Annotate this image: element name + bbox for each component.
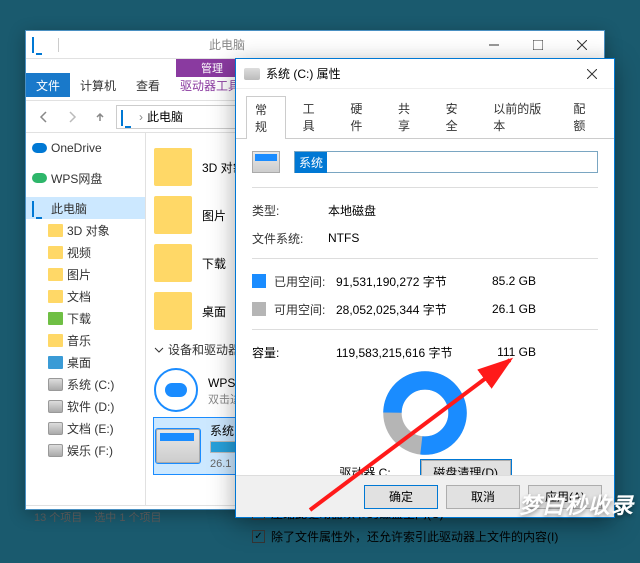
props-tabs: 常规 工具 硬件 共享 安全 以前的版本 配额 [236,89,614,139]
wps-cloud-icon [154,368,198,412]
titlebar-title: 此电脑 [209,36,245,53]
used-bytes: 91,531,190,272 字节 [336,273,486,290]
folder-icon [154,292,192,330]
folder-icon [48,290,63,303]
used-gb: 85.2 GB [486,274,536,288]
tree-pictures[interactable]: 图片 [26,263,145,285]
drive-name-input[interactable]: 系统 [294,151,598,173]
props-close-button[interactable] [570,59,614,89]
tree-thispc[interactable]: 此电脑 [26,197,145,219]
tree-drive-d[interactable]: 软件 (D:) [26,395,145,417]
ok-button[interactable]: 确定 [364,485,438,509]
drive-icon [156,429,200,463]
tab-quota[interactable]: 配额 [564,95,604,138]
drive-large-icon [252,151,280,173]
free-gb: 26.1 GB [486,302,536,316]
folder-icon [48,356,63,369]
wps-icon [32,173,47,183]
used-color-swatch [252,274,266,288]
tree-videos[interactable]: 视频 [26,241,145,263]
folder-icon [154,148,192,186]
checkbox-icon: ✓ [252,530,265,543]
monitor-icon [32,202,47,215]
tab-sharing[interactable]: 共享 [389,95,429,138]
tab-previous[interactable]: 以前的版本 [484,95,556,138]
folder-icon [48,312,63,325]
cap-bytes: 119,583,215,616 字节 [336,344,486,361]
index-checkbox-row[interactable]: ✓ 除了文件属性外，还允许索引此驱动器上文件的内容(I) [252,528,598,545]
chevron-down-icon [154,345,164,355]
tree-drive-e[interactable]: 文档 (E:) [26,417,145,439]
tree-onedrive[interactable]: OneDrive [26,137,145,159]
folder-icon [48,268,63,281]
drive-icon [244,68,260,80]
tab-tools[interactable]: 工具 [294,95,334,138]
properties-dialog: 系统 (C:) 属性 常规 工具 硬件 共享 安全 以前的版本 配额 系统 类型… [235,58,615,518]
tree-documents[interactable]: 文档 [26,285,145,307]
free-bytes: 28,052,025,344 字节 [336,301,486,318]
maximize-button[interactable] [516,31,560,59]
tree-drive-c[interactable]: 系统 (C:) [26,373,145,395]
cap-gb: 111 GB [486,345,536,359]
folder-icon [48,224,63,237]
type-value: 本地磁盘 [328,202,598,219]
drive-icon [48,400,63,413]
tab-general[interactable]: 常规 [246,96,286,139]
free-color-swatch [252,302,266,316]
watermark: 梦白秒收录 [519,488,634,520]
explorer-titlebar: 此电脑 [26,31,604,59]
tree-music[interactable]: 音乐 [26,329,145,351]
status-count: 13 个项目 [34,509,82,525]
tree-desktop[interactable]: 桌面 [26,351,145,373]
tree-downloads[interactable]: 下载 [26,307,145,329]
props-title-text: 系统 (C:) 属性 [266,65,341,82]
nav-up-button[interactable] [88,105,112,129]
tree-drive-f[interactable]: 娱乐 (F:) [26,439,145,461]
nav-back-button[interactable] [32,105,56,129]
address-text: 此电脑 [147,108,183,125]
drive-icon [48,422,63,435]
tree-wps[interactable]: WPS网盘 [26,167,145,189]
props-titlebar: 系统 (C:) 属性 [236,59,614,89]
monitor-icon [121,111,135,122]
tab-hardware[interactable]: 硬件 [341,95,381,138]
tree-3dobjects[interactable]: 3D 对象 [26,219,145,241]
folder-icon [48,246,63,259]
nav-forward-button[interactable] [60,105,84,129]
fs-value: NTFS [328,231,598,245]
cancel-button[interactable]: 取消 [446,485,520,509]
explorer-icon [32,38,48,52]
status-selected: 选中 1 个项目 [94,509,161,525]
folder-icon [154,196,192,234]
ribbon-tab-view[interactable]: 查看 [126,73,170,97]
minimize-button[interactable] [472,31,516,59]
tab-security[interactable]: 安全 [437,95,477,138]
drive-icon [48,378,63,391]
nav-tree: OneDrive WPS网盘 此电脑 3D 对象 视频 图片 文档 下载 音乐 … [26,133,146,505]
ribbon-tab-computer[interactable]: 计算机 [70,73,126,97]
usage-donut-icon [382,370,468,456]
drive-icon [48,444,63,457]
folder-icon [48,334,63,347]
close-button[interactable] [560,31,604,59]
cloud-icon [32,143,47,153]
folder-icon [154,244,192,282]
ribbon-tab-file[interactable]: 文件 [26,73,70,97]
